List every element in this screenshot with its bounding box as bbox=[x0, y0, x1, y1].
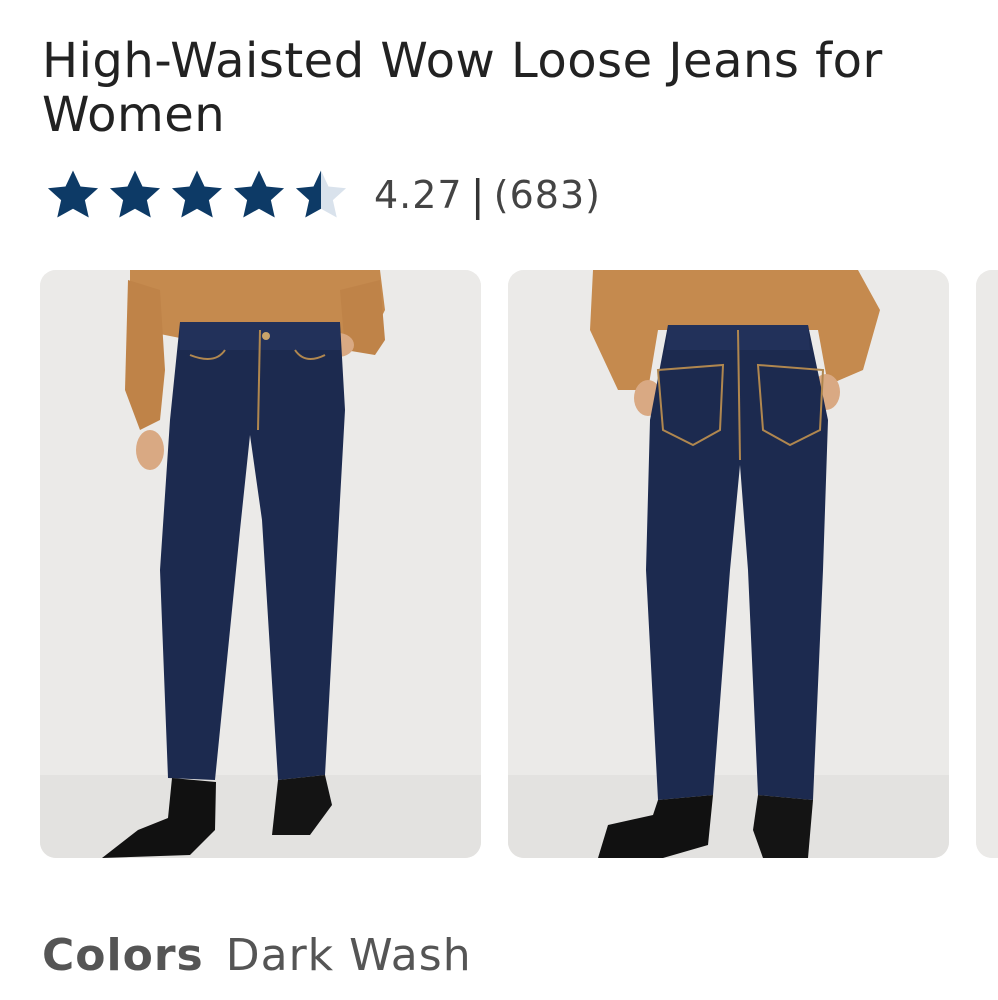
jeans-back-photo-icon bbox=[508, 270, 949, 858]
star-icon bbox=[109, 170, 161, 218]
rating-value: 4.27 bbox=[374, 173, 463, 217]
rating-separator: | bbox=[470, 170, 486, 220]
review-count[interactable]: (683) bbox=[494, 173, 601, 217]
half-star-icon bbox=[295, 170, 347, 218]
rating-summary[interactable]: 4.27 | (683) bbox=[42, 160, 601, 230]
product-image-back[interactable] bbox=[508, 270, 949, 858]
product-title-line-2: Women bbox=[42, 87, 226, 143]
product-title-line-1: High-Waisted Wow Loose Jeans for bbox=[42, 33, 883, 89]
rating-text: 4.27 | (683) bbox=[374, 171, 601, 220]
color-selection: Colors Dark Wash bbox=[42, 930, 472, 981]
product-title: High-Waisted Wow Loose Jeans for Women bbox=[42, 34, 998, 142]
star-icon bbox=[233, 170, 285, 218]
product-image-side[interactable] bbox=[976, 270, 998, 858]
star-rating bbox=[42, 164, 352, 226]
product-image-carousel[interactable] bbox=[40, 270, 998, 860]
jeans-front-photo-icon bbox=[40, 270, 481, 858]
jeans-side-photo-icon bbox=[976, 270, 998, 858]
selected-color: Dark Wash bbox=[225, 930, 472, 981]
star-icon bbox=[171, 170, 223, 218]
star-icon bbox=[47, 170, 99, 218]
product-image-front[interactable] bbox=[40, 270, 481, 858]
colors-label: Colors bbox=[42, 930, 204, 981]
product-page: High-Waisted Wow Loose Jeans for Women 4… bbox=[0, 0, 998, 1000]
